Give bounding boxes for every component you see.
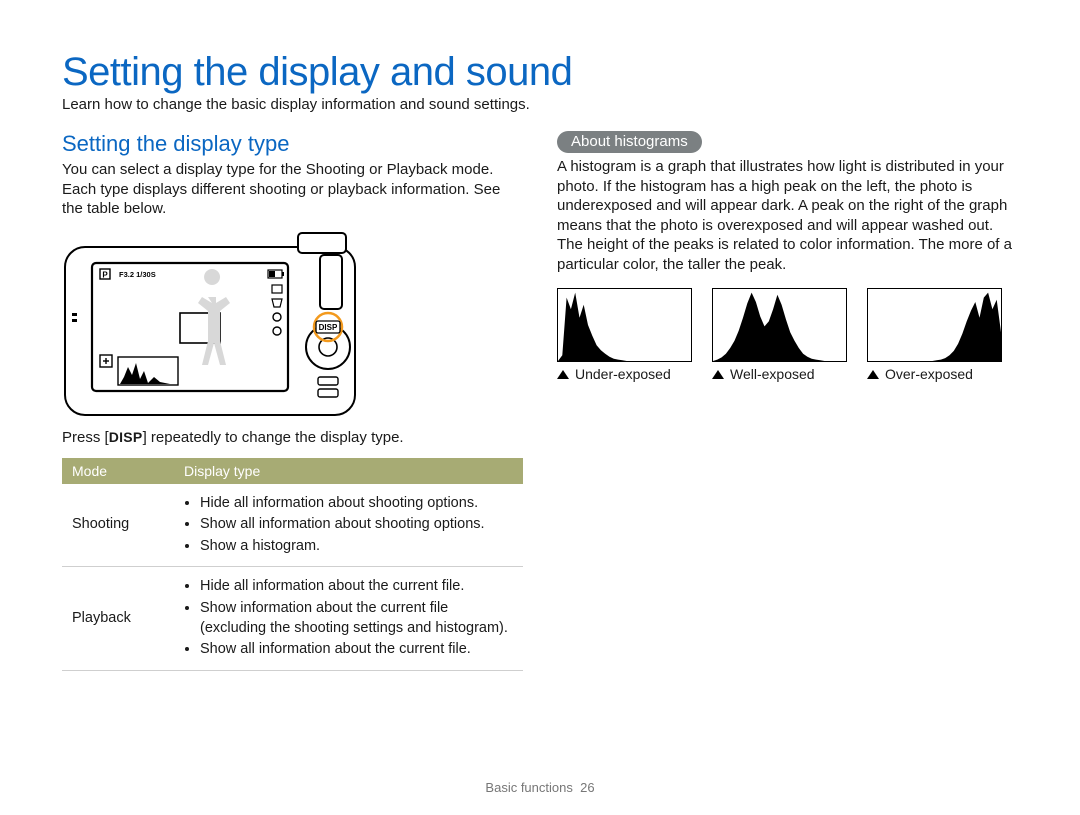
triangle-icon <box>557 370 569 379</box>
triangle-icon <box>867 370 879 379</box>
list-item: Hide all information about the current f… <box>200 577 513 597</box>
list-item: Show a histogram. <box>200 537 513 557</box>
table-cell-mode: Shooting <box>62 484 174 567</box>
list-item: Show all information about the current f… <box>200 640 513 660</box>
page-title: Setting the display and sound <box>62 50 1018 94</box>
camera-illustration: P F3.2 1/30S <box>62 227 358 419</box>
section-body: You can select a display type for the Sh… <box>62 160 523 219</box>
about-histograms-pill: About histograms <box>557 131 702 153</box>
table-row: Shooting Hide all information about shoo… <box>62 484 523 567</box>
triangle-icon <box>712 370 724 379</box>
section-title: Setting the display type <box>62 131 523 156</box>
histogram-chart-icon <box>868 289 1001 361</box>
list-item: Hide all information about shooting opti… <box>200 494 513 514</box>
table-row: Playback Hide all information about the … <box>62 567 523 670</box>
p-mode-icon: P <box>102 270 108 279</box>
page-footer: Basic functions 26 <box>0 780 1080 795</box>
histogram-examples: Under-exposed Well-exposed Over-exposed <box>557 288 1018 382</box>
histogram-over: Over-exposed <box>867 288 1000 382</box>
histogram-under: Under-exposed <box>557 288 690 382</box>
footer-page-no: 26 <box>580 780 594 795</box>
left-column: Setting the display type You can select … <box>62 125 523 671</box>
footer-section: Basic functions <box>485 780 572 795</box>
press-after: ] repeatedly to change the display type. <box>143 429 404 446</box>
histogram-chart-icon <box>558 289 691 361</box>
table-header-display: Display type <box>174 458 523 484</box>
press-before: Press [ <box>62 429 109 446</box>
histogram-chart-icon <box>713 289 846 361</box>
disp-button-label: DISP <box>319 323 338 332</box>
list-item: Show information about the current file … <box>200 599 513 638</box>
histogram-body: A histogram is a graph that illustrates … <box>557 157 1018 274</box>
exposure-readout: F3.2 1/30S <box>119 270 156 279</box>
list-item: Show all information about shooting opti… <box>200 515 513 535</box>
manual-page: Setting the display and sound Learn how … <box>0 0 1080 815</box>
histogram-caption: Well-exposed <box>730 366 815 382</box>
display-type-table: Mode Display type Shooting Hide all info… <box>62 458 523 671</box>
table-cell-mode: Playback <box>62 567 174 670</box>
page-intro: Learn how to change the basic display in… <box>62 96 1018 113</box>
histogram-caption: Under-exposed <box>575 366 671 382</box>
disp-key-label: DISP <box>109 429 143 445</box>
table-header-mode: Mode <box>62 458 174 484</box>
camera-icon: P F3.2 1/30S <box>62 227 358 419</box>
press-instruction: Press [DISP] repeatedly to change the di… <box>62 429 523 446</box>
table-cell-display: Hide all information about the current f… <box>174 567 523 670</box>
content-columns: Setting the display type You can select … <box>62 125 1018 671</box>
right-column: About histograms A histogram is a graph … <box>557 125 1018 671</box>
histogram-well: Well-exposed <box>712 288 845 382</box>
table-cell-display: Hide all information about shooting opti… <box>174 484 523 567</box>
histogram-caption: Over-exposed <box>885 366 973 382</box>
